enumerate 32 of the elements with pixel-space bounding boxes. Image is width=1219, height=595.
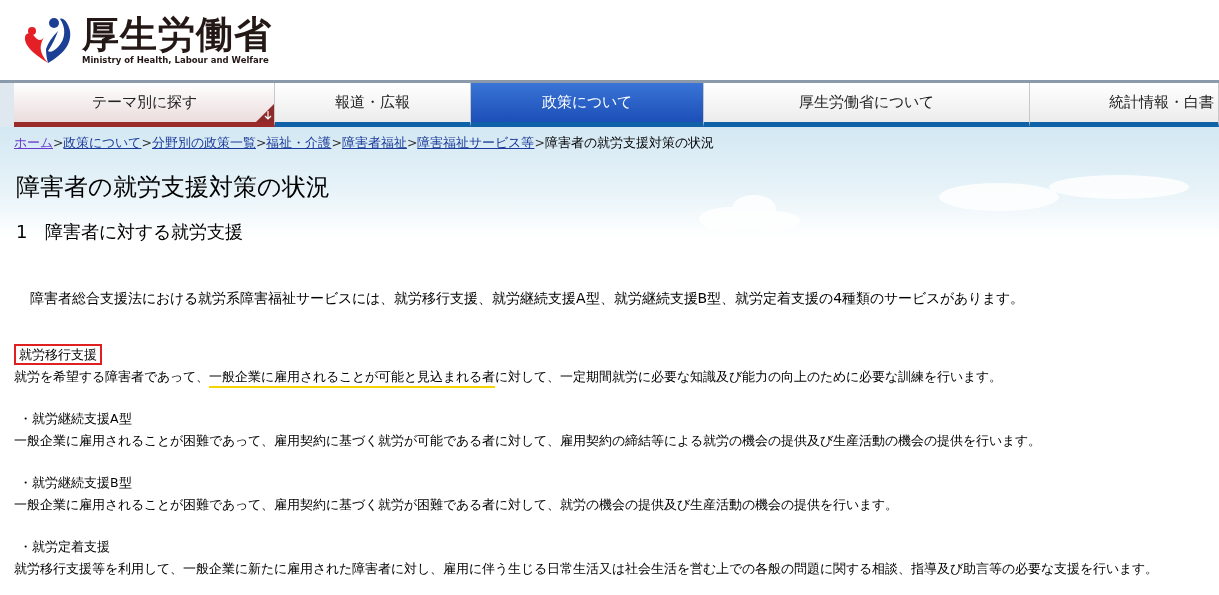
nav-tab[interactable]: 政策について — [471, 83, 704, 127]
service-description: 一般企業に雇用されることが困難であって、雇用契約に基づく就労が可能である者に対して、雇用契約の締結等による就労の機会の提供及び生産活動の機会の提供を行います。 — [14, 432, 1042, 450]
service-description: 一般企業に雇用されることが困難であって、雇用契約に基づく就労が困難である者に対して、就労の機会の提供及び生産活動の機会の提供を行います。 — [14, 496, 899, 514]
breadcrumb-separator: > — [331, 135, 342, 152]
service-heading: ・就労定着支援 — [18, 538, 111, 556]
breadcrumb-current: 障害者の就労支援対策の状況 — [544, 135, 714, 152]
nav-tab[interactable]: テーマ別に探す — [14, 83, 275, 127]
breadcrumb-link[interactable]: 分野別の政策一覧 — [151, 135, 256, 152]
breadcrumb-link[interactable]: 障害者福祉 — [341, 135, 407, 152]
nav-tab[interactable]: 報道・広報 — [275, 83, 471, 127]
breadcrumb-link[interactable]: 政策について — [63, 135, 142, 152]
breadcrumb-separator: > — [53, 135, 64, 152]
service-description: 就労移行支援等を利用して、一般企業に新たに雇用された障害者に対し、雇用に伴う生じる日常生活又は社会生活を営む上での各般の問題に関する相談、指導及び助言等の必要な支援を行います。 — [14, 560, 1159, 578]
service-heading: 就労移行支援 — [14, 344, 102, 365]
breadcrumb-separator: > — [534, 135, 545, 152]
nav-tab[interactable]: 統計情報・白書 — [1030, 83, 1219, 127]
down-arrow-icon — [256, 104, 274, 122]
breadcrumb-link[interactable]: 障害福祉サービス等 — [417, 135, 535, 152]
breadcrumb-link[interactable]: 福祉・介護 — [266, 135, 332, 152]
service-heading: ・就労継続支援A型 — [18, 410, 133, 428]
logo-title: 厚生労働省 — [82, 15, 272, 55]
breadcrumb-separator: > — [141, 135, 152, 152]
page-title: 障害者の就労支援対策の状況 — [16, 172, 331, 203]
nav-tab[interactable]: 厚生労働省について — [704, 83, 1030, 127]
intro-text: 障害者総合支援法における就労系障害福祉サービスには、就労移行支援、就労継続支援A型、就労継続支援B型、就労定着支援の4種類のサービスがあります。 — [30, 290, 1026, 308]
logo-subtitle: Ministry of Health, Labour and Welfare — [82, 55, 270, 65]
breadcrumb-separator: > — [255, 135, 267, 152]
service-description: 就労を希望する障害者であって、一般企業に雇用されることが可能と見込まれる者に対して、一定期間就労に必要な知識及び能力の向上のために必要な訓練を行います。 — [14, 368, 1205, 386]
breadcrumb-link[interactable]: ホーム — [14, 135, 53, 152]
section-heading: 1 障害者に対する就労支援 — [16, 220, 245, 244]
breadcrumb-separator: > — [406, 135, 418, 152]
service-heading: ・就労継続支援B型 — [18, 474, 133, 492]
